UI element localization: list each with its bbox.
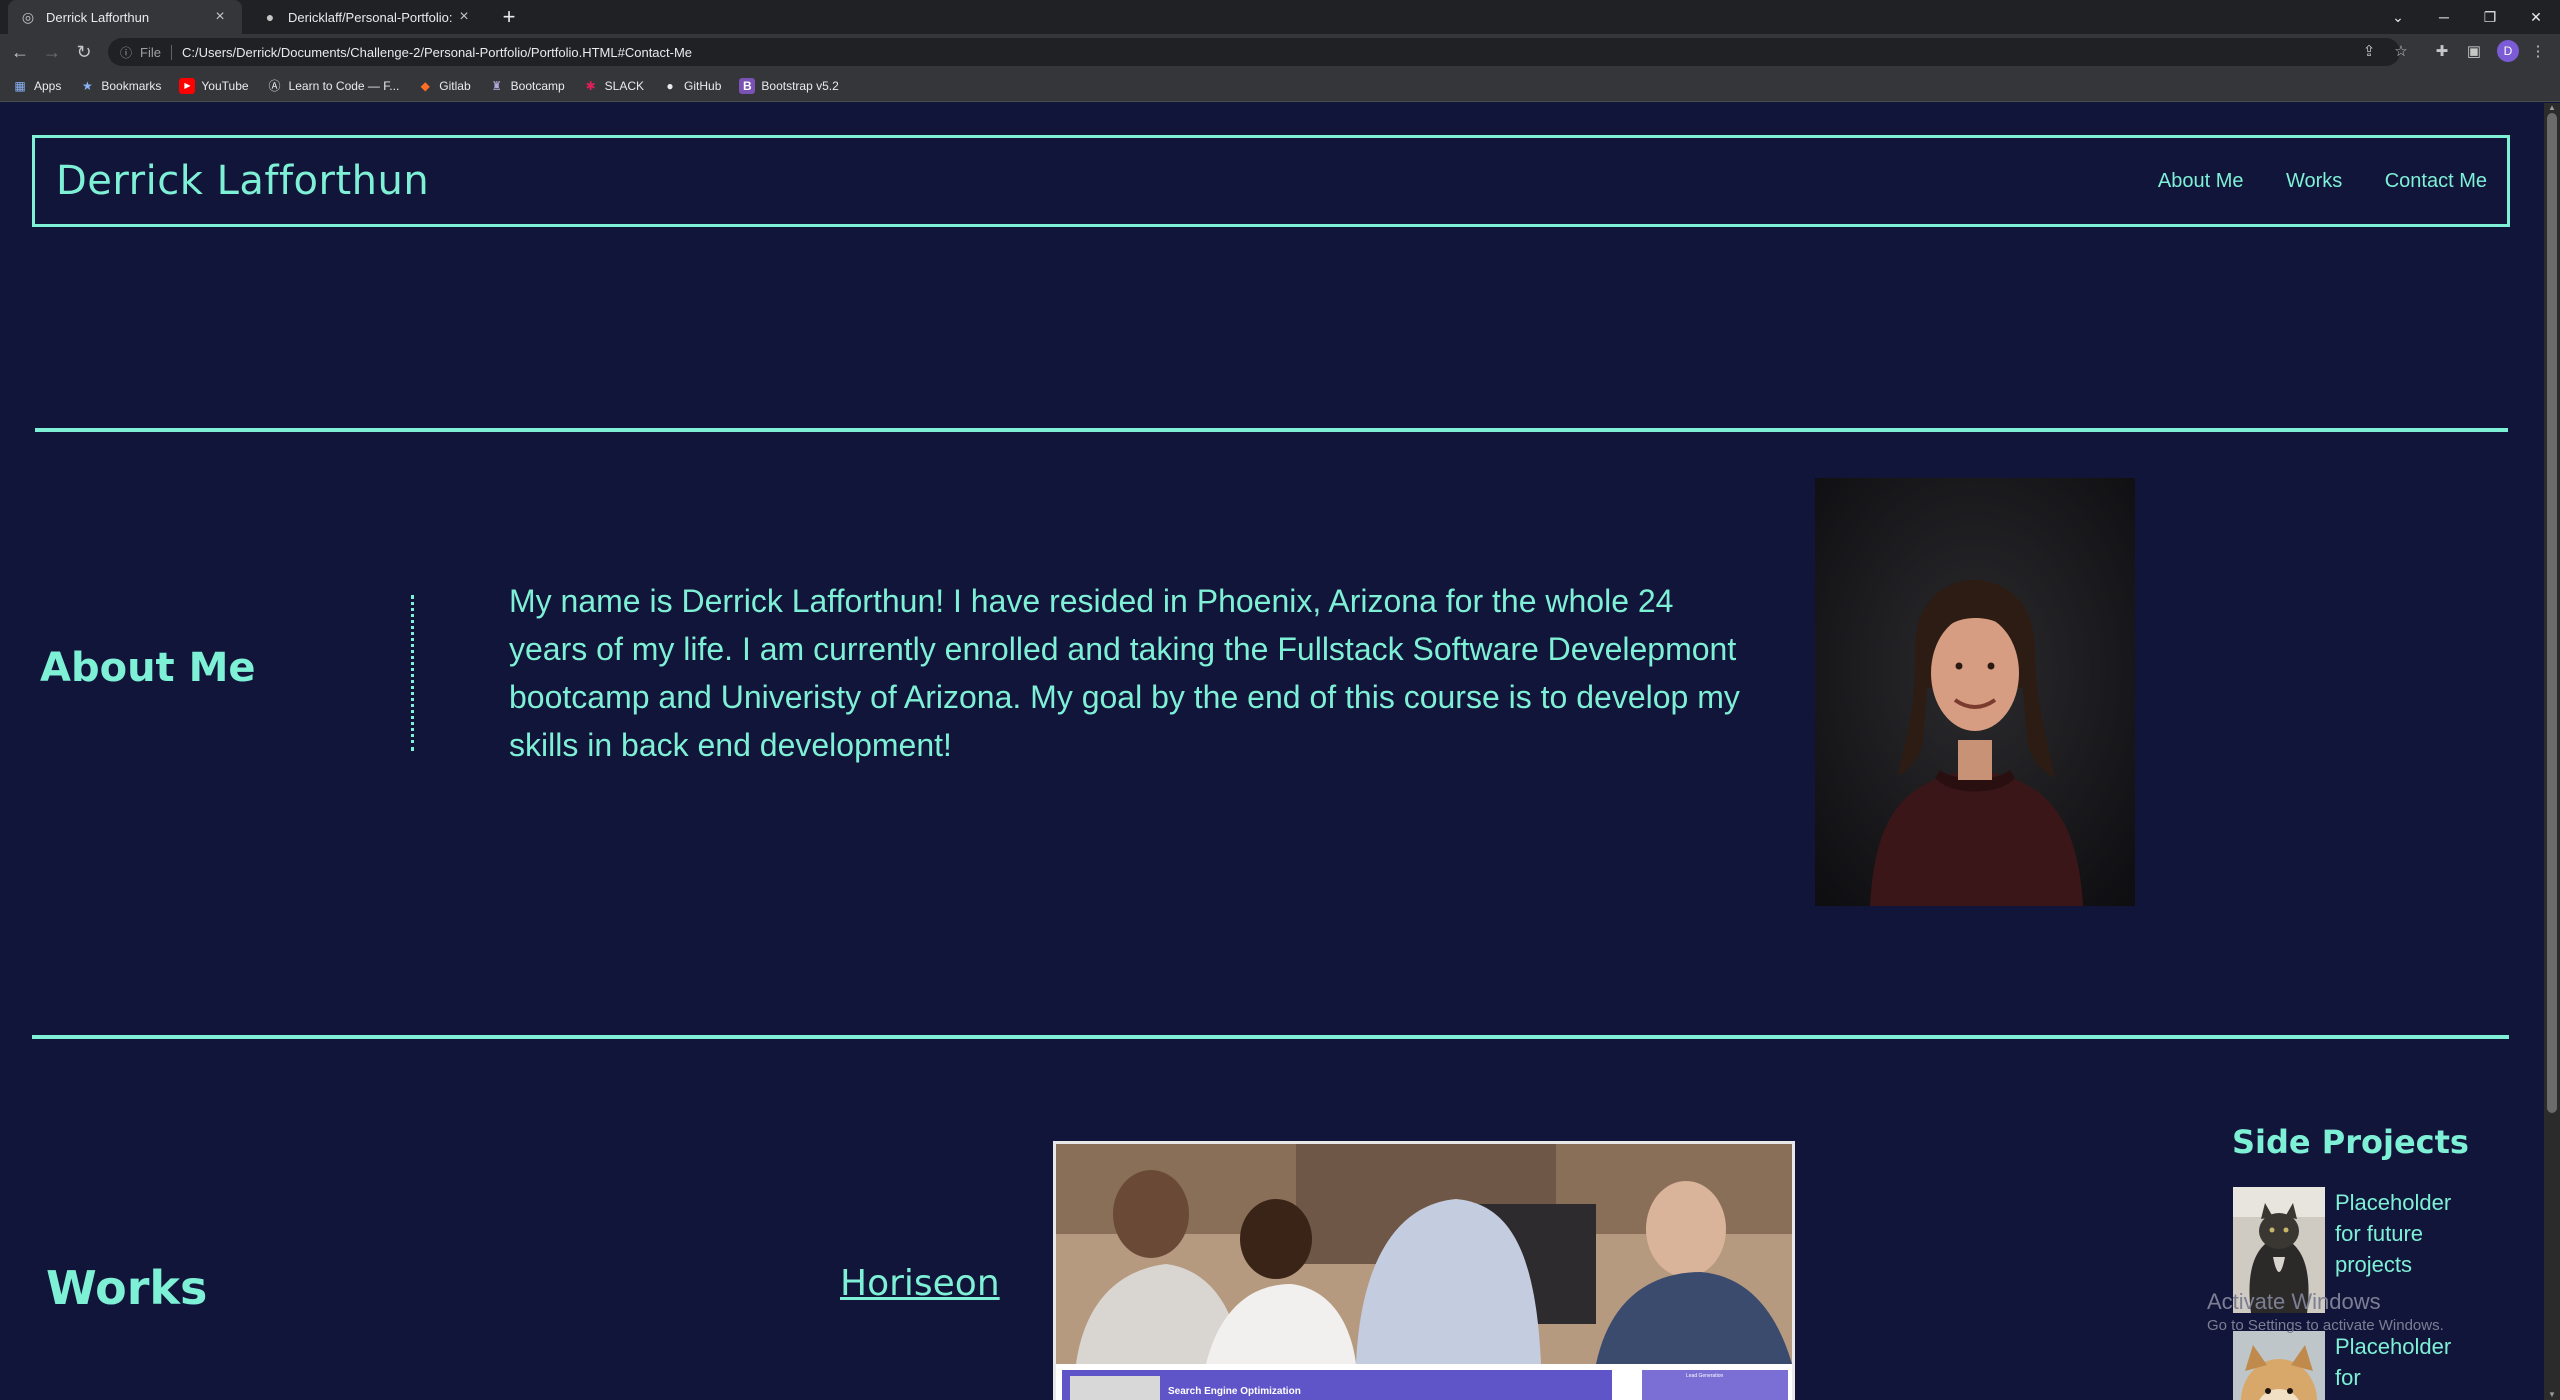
watermark-subtitle: Go to Settings to activate Windows. xyxy=(2207,1317,2444,1334)
watermark-title: Activate Windows xyxy=(2207,1289,2381,1314)
bookmark-bookmarks[interactable]: ★ Bookmarks xyxy=(79,78,161,94)
nav-link-works[interactable]: Works xyxy=(2286,170,2342,192)
address-scheme: File xyxy=(140,44,172,60)
menu-icon[interactable]: ⋮ xyxy=(2526,40,2550,64)
side-panel-icon[interactable]: ▣ xyxy=(2462,40,2486,64)
bookmark-freecodecamp[interactable]: Ⓐ Learn to Code — F... xyxy=(267,78,400,94)
screenshot-caption: Search Engine Optimization xyxy=(1168,1386,1301,1397)
site-brand[interactable]: Derrick Lafforthun xyxy=(56,158,429,204)
side-project-card[interactable]: Placeholder for xyxy=(2233,1331,2473,1400)
activate-windows-watermark: Activate Windows Go to Settings to activ… xyxy=(2207,1289,2444,1334)
bookmark-slack[interactable]: ✱ SLACK xyxy=(583,78,644,94)
bookmark-github[interactable]: ● GitHub xyxy=(662,78,721,94)
tab-portfolio[interactable]: ◎ Derrick Lafforthun × xyxy=(8,0,242,34)
address-url[interactable]: C:/Users/Derrick/Documents/Challenge-2/P… xyxy=(182,45,692,60)
bookmark-gitlab[interactable]: ◆ Gitlab xyxy=(417,78,471,94)
apps-icon: ▦ xyxy=(14,78,26,93)
nav-link-about-me[interactable]: About Me xyxy=(2158,170,2244,192)
profile-photo xyxy=(1815,478,2135,906)
minimize-button[interactable]: ─ xyxy=(2421,0,2467,34)
close-window-button[interactable]: ✕ xyxy=(2513,0,2559,34)
side-project-label: Placeholder for xyxy=(2335,1334,2452,1390)
side-projects-heading: Side Projects xyxy=(2232,1123,2469,1161)
reload-button[interactable]: ↻ xyxy=(72,40,96,64)
bookmark-star-icon[interactable]: ☆ xyxy=(2389,40,2413,64)
site-header: Derrick Lafforthun About Me Works Contac… xyxy=(32,135,2510,227)
page-scrollbar[interactable]: ▲ ▼ xyxy=(2544,103,2560,1400)
new-tab-button[interactable]: + xyxy=(498,6,520,28)
horiseon-screenshot[interactable]: Search Engine Optimization Lead Generati… xyxy=(1053,1141,1795,1400)
bookmark-youtube[interactable]: ▶ YouTube xyxy=(179,77,249,94)
star-icon: ★ xyxy=(81,78,93,93)
tab-search-icon[interactable]: ⌄ xyxy=(2375,0,2421,34)
site-nav: About Me Works Contact Me xyxy=(2120,170,2487,193)
bookmarks-bar: ▦ Apps ★ Bookmarks ▶ YouTube Ⓐ Learn to Code… xyxy=(0,70,2560,102)
close-tab-icon[interactable]: × xyxy=(454,7,474,27)
browser-tab-bar: ◎ Derrick Lafforthun × ● Dericklaff/Pers… xyxy=(0,0,2560,34)
web-page: Derrick Lafforthun About Me Works Contac… xyxy=(0,103,2544,1400)
close-tab-icon[interactable]: × xyxy=(210,7,230,27)
scroll-down-arrow-icon[interactable]: ▼ xyxy=(2544,1390,2560,1400)
screenshot-side-caption: Lead Generation xyxy=(1686,1373,1724,1379)
browser-toolbar: ← → ↻ ⓘ File C:/Users/Derrick/Documents/… xyxy=(0,34,2560,70)
github-icon: ● xyxy=(265,9,275,25)
site-info-icon[interactable]: ⓘ xyxy=(120,44,132,61)
address-bar[interactable]: ⓘ File C:/Users/Derrick/Documents/Challe… xyxy=(108,38,2400,66)
about-me-heading: About Me xyxy=(40,645,256,691)
freecodecamp-icon: Ⓐ xyxy=(268,78,281,93)
bootstrap-icon: B xyxy=(739,77,756,94)
github-icon: ● xyxy=(666,78,674,93)
works-heading: Works xyxy=(46,1261,208,1315)
globe-icon: ◎ xyxy=(21,9,35,25)
nav-link-contact-me[interactable]: Contact Me xyxy=(2385,170,2487,192)
tab-title: Derrick Lafforthun xyxy=(46,9,150,25)
back-button[interactable]: ← xyxy=(8,40,32,64)
side-project-thumbnail xyxy=(2233,1331,2325,1400)
forward-button[interactable]: → xyxy=(40,40,64,64)
restore-button[interactable]: ❐ xyxy=(2467,0,2513,34)
bootcamp-icon: ♜ xyxy=(491,78,503,93)
share-icon[interactable]: ⇪ xyxy=(2357,40,2381,64)
slack-icon: ✱ xyxy=(585,78,596,93)
about-me-text: My name is Derrick Lafforthun! I have re… xyxy=(509,583,1740,763)
scrollbar-thumb[interactable] xyxy=(2547,113,2557,1113)
bookmark-bootcamp[interactable]: ♜ Bootcamp xyxy=(489,78,564,94)
about-dotted-divider xyxy=(411,595,414,751)
tab-title: Dericklaff/Personal-Portfolio: Cr xyxy=(288,9,454,25)
horiseon-project-link[interactable]: Horiseon xyxy=(840,1263,1000,1304)
scroll-up-arrow-icon[interactable]: ▲ xyxy=(2544,103,2560,113)
tab-github-repo[interactable]: ● Dericklaff/Personal-Portfolio: Cr × xyxy=(250,0,486,34)
section-divider xyxy=(35,428,2508,432)
youtube-icon: ▶ xyxy=(179,77,196,94)
bookmark-bootstrap[interactable]: B Bootstrap v5.2 xyxy=(739,77,839,94)
extensions-icon[interactable]: ✚ xyxy=(2430,40,2454,64)
section-divider xyxy=(32,1035,2509,1039)
bookmark-apps[interactable]: ▦ Apps xyxy=(12,78,61,94)
gitlab-icon: ◆ xyxy=(420,78,430,93)
profile-avatar[interactable]: D xyxy=(2497,40,2519,62)
